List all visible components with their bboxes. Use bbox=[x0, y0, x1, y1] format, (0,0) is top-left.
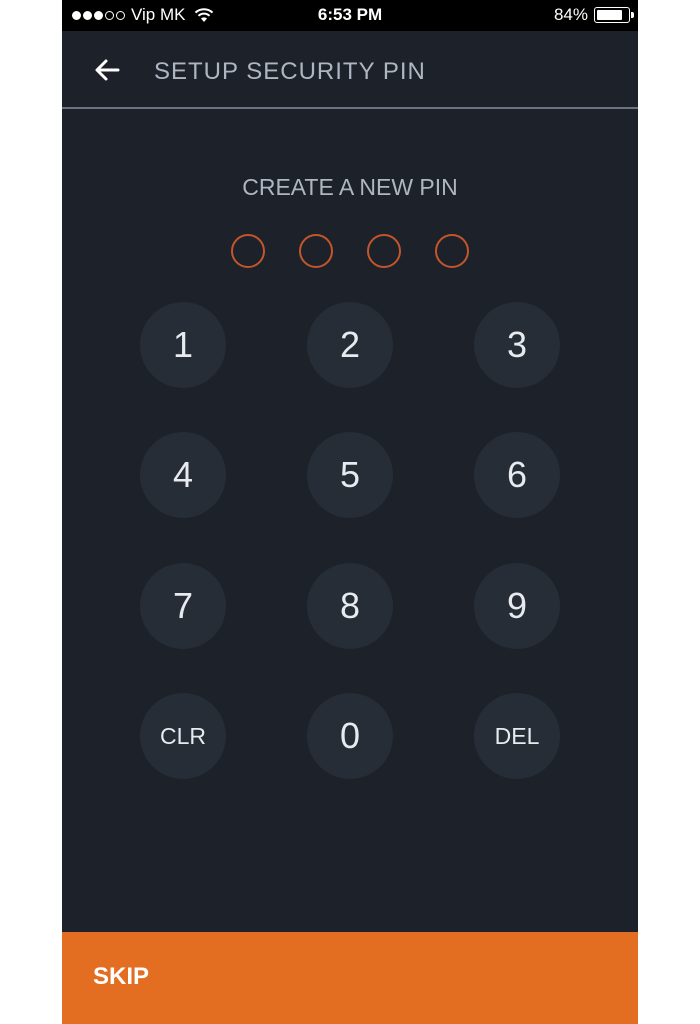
keypad-key-6[interactable]: 6 bbox=[474, 432, 560, 518]
battery-icon bbox=[594, 7, 634, 23]
app-header: SETUP SECURITY PIN bbox=[62, 31, 638, 109]
app-screen: Vip MK 6:53 PM 84% SETUP SECURITY PIN CR… bbox=[62, 0, 638, 1024]
status-right: 84% bbox=[553, 5, 634, 25]
pin-prompt: CREATE A NEW PIN bbox=[242, 174, 458, 200]
status-time: 6:53 PM bbox=[317, 5, 383, 24]
keypad-key-0[interactable]: 0 bbox=[307, 693, 393, 779]
page-title: SETUP SECURITY PIN bbox=[154, 58, 426, 85]
keypad-key-1[interactable]: 1 bbox=[140, 302, 226, 388]
battery-percent: 84% bbox=[553, 5, 588, 24]
status-bar: Vip MK 6:53 PM 84% bbox=[62, 0, 638, 31]
keypad-key-3[interactable]: 3 bbox=[474, 302, 560, 388]
keypad-key-5[interactable]: 5 bbox=[307, 432, 393, 518]
arrow-left-icon[interactable] bbox=[92, 56, 122, 84]
pin-dot bbox=[367, 234, 401, 268]
skip-label: SKIP bbox=[93, 963, 150, 990]
pin-dot bbox=[435, 234, 469, 268]
keypad-clear-button[interactable]: CLR bbox=[140, 693, 226, 779]
skip-button[interactable]: SKIP bbox=[62, 932, 638, 1024]
keypad-key-8[interactable]: 8 bbox=[307, 563, 393, 649]
battery-fill bbox=[597, 10, 623, 20]
keypad-key-4[interactable]: 4 bbox=[140, 432, 226, 518]
pin-dot bbox=[299, 234, 333, 268]
keypad-key-9[interactable]: 9 bbox=[474, 563, 560, 649]
keypad-key-7[interactable]: 7 bbox=[140, 563, 226, 649]
pin-dot bbox=[231, 234, 265, 268]
pin-indicator bbox=[62, 234, 638, 268]
keypad-key-2[interactable]: 2 bbox=[307, 302, 393, 388]
keypad-delete-button[interactable]: DEL bbox=[474, 693, 560, 779]
